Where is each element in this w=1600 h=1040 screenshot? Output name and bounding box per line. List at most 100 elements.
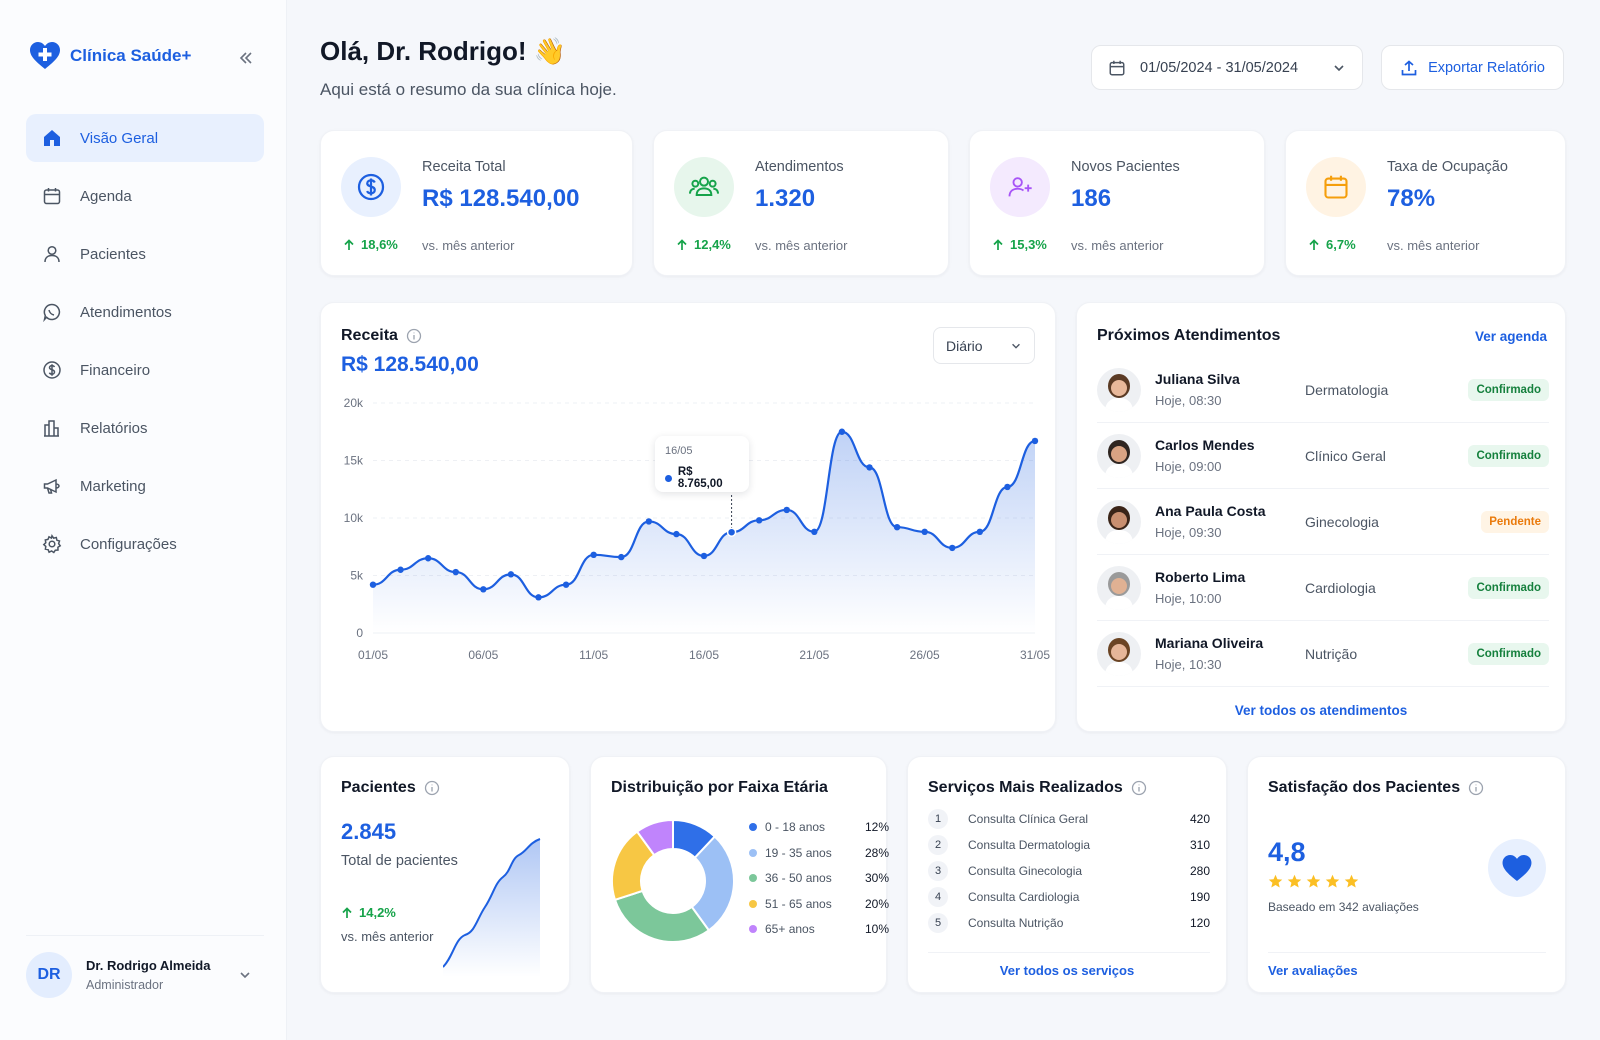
kpi-card-receita: Receita Total R$ 128.540,00 18,6% vs. mê… <box>320 130 633 276</box>
main-nav: Visão Geral Agenda Pacientes Atendimento… <box>26 114 264 578</box>
patient-name: Roberto Lima <box>1155 569 1246 585</box>
x-tick-label: 01/05 <box>358 648 388 662</box>
collapse-sidebar-icon[interactable] <box>234 46 258 70</box>
appointment-row[interactable]: Mariana Oliveira Hoje, 10:30 Nutrição Confi… <box>1097 621 1549 687</box>
kpi-card-ocupacao: Taxa de Ocupação 78% 6,7% vs. mês anteri… <box>1285 130 1566 276</box>
revenue-point <box>480 586 487 593</box>
view-all-services-link[interactable]: Ver todos os serviços <box>908 963 1226 978</box>
y-tick-label: 20k <box>344 396 364 410</box>
kpi-delta-value: 6,7% <box>1326 237 1356 252</box>
kpi-delta: 15,3% <box>992 237 1047 252</box>
heart-plus-icon <box>30 42 60 69</box>
service-count: 420 <box>1189 812 1210 826</box>
kpi-note: vs. mês anterior <box>1071 238 1164 253</box>
revenue-point <box>590 551 597 558</box>
export-report-button[interactable]: Exportar Relatório <box>1381 45 1564 90</box>
revenue-point <box>673 530 680 538</box>
service-row: 3 Consulta Ginecologia 280 <box>928 861 1210 881</box>
star-icon <box>1287 874 1302 888</box>
service-name: Consulta Nutrição <box>968 916 1064 930</box>
heart-icon <box>1502 854 1532 881</box>
divider <box>1268 952 1546 953</box>
kpi-value: 78% <box>1387 185 1436 212</box>
view-agenda-link[interactable]: Ver agenda <box>1475 329 1547 344</box>
brand-logo[interactable]: Clínica Saúde+ <box>30 42 191 70</box>
x-tick-label: 16/05 <box>689 648 719 662</box>
appointment-row[interactable]: Ana Paula Costa Hoje, 09:30 Ginecologia Pen… <box>1097 489 1549 555</box>
info-icon[interactable] <box>424 780 440 796</box>
status-badge: Confirmado <box>1468 642 1549 665</box>
legend-label: 36 - 50 anos <box>765 871 832 885</box>
status-badge: Confirmado <box>1468 378 1549 401</box>
chevron-down-icon[interactable] <box>238 968 252 982</box>
nav-item-configuracoes[interactable]: Configurações <box>26 520 264 568</box>
appointment-specialty: Clínico Geral <box>1305 447 1386 464</box>
chevron-down-icon <box>1334 64 1344 71</box>
appointment-time: Hoje, 10:00 <box>1155 591 1222 606</box>
services-card: Serviços Mais Realizados 1 Consulta Clíni… <box>907 756 1227 993</box>
revenue-point <box>397 566 404 573</box>
legend-label: 51 - 65 anos <box>765 896 832 911</box>
info-icon[interactable] <box>1131 780 1147 796</box>
info-icon[interactable] <box>1468 780 1484 796</box>
appointment-time: Hoje, 09:30 <box>1155 525 1222 540</box>
kpi-value: 1.320 <box>755 185 816 212</box>
user-profile[interactable]: DR Dr. Rodrigo Almeida Administrador <box>26 935 264 1005</box>
appointment-specialty: Nutrição <box>1305 645 1358 662</box>
date-range-picker[interactable]: 01/05/2024 - 31/05/2024 <box>1091 45 1363 90</box>
revenue-point <box>949 544 956 552</box>
info-icon[interactable] <box>406 328 422 344</box>
view-all-appointments-link[interactable]: Ver todos os atendimentos <box>1077 703 1565 718</box>
appointment-row[interactable]: Juliana Silva Hoje, 08:30 Dermatologia Conf… <box>1097 357 1549 423</box>
service-row: 5 Consulta Nutrição 120 <box>928 913 1210 933</box>
nav-item-relatorios[interactable]: Relatórios <box>26 404 264 452</box>
nav-item-visao-geral[interactable]: Visão Geral <box>26 114 264 162</box>
user-icon <box>44 245 60 263</box>
arrow-up-icon <box>1309 238 1319 250</box>
legend-item: 36 - 50 anos 30% <box>749 870 889 886</box>
x-tick-label: 11/05 <box>579 648 608 662</box>
legend-dot <box>749 823 757 831</box>
sidebar: Clínica Saúde+ Visão Geral Agenda Pacien… <box>0 0 287 1040</box>
kpi-delta-value: 15,3% <box>1010 237 1047 252</box>
patients-delta: 14,2% <box>341 905 396 920</box>
patient-avatar <box>1097 433 1141 478</box>
appointment-info: Juliana Silva Hoje, 08:30 <box>1155 371 1305 408</box>
nav-label: Configurações <box>80 535 177 553</box>
patient-name: Juliana Silva <box>1155 371 1240 387</box>
revenue-point <box>1031 437 1039 445</box>
chart-tooltip: 16/05 R$ 8.765,00 <box>655 436 749 492</box>
patient-avatar <box>1097 631 1141 676</box>
nav-item-financeiro[interactable]: Financeiro <box>26 346 264 394</box>
revenue-point <box>645 518 653 525</box>
nav-item-agenda[interactable]: Agenda <box>26 172 264 220</box>
period-select[interactable]: Diário <box>933 327 1035 364</box>
kpi-delta: 18,6% <box>343 237 398 252</box>
user-name: Dr. Rodrigo Almeida <box>86 957 211 973</box>
kpi-icon-bg <box>674 157 734 217</box>
donut-slice <box>613 889 711 943</box>
nav-item-pacientes[interactable]: Pacientes <box>26 230 264 278</box>
users-icon <box>689 176 719 196</box>
appointment-row[interactable]: Roberto Lima Hoje, 10:00 Cardiologia Confir… <box>1097 555 1549 621</box>
nav-item-marketing[interactable]: Marketing <box>26 462 264 510</box>
service-row: 1 Consulta Clínica Geral 420 <box>928 809 1210 829</box>
avatar: DR <box>26 951 72 998</box>
revenue-total: R$ 128.540,00 <box>341 353 479 376</box>
page-subtitle: Aqui está o resumo da sua clínica hoje. <box>320 80 617 99</box>
satisfaction-basis: Baseado em 342 avaliações <box>1268 900 1419 914</box>
age-donut-chart <box>611 819 735 943</box>
kpi-delta-value: 12,4% <box>694 237 731 252</box>
nav-item-atendimentos[interactable]: Atendimentos <box>26 288 264 336</box>
kpi-label: Taxa de Ocupação <box>1387 159 1508 175</box>
brand-name: Clínica Saúde+ <box>70 46 192 65</box>
view-reviews-link[interactable]: Ver avaliações <box>1268 963 1358 978</box>
legend-pct: 20% <box>864 896 889 911</box>
satisfaction-card: Satisfação dos Pacientes 4,8 Baseado em … <box>1247 756 1566 993</box>
date-range-value: 01/05/2024 - 31/05/2024 <box>1140 59 1299 76</box>
calendar-icon <box>1324 175 1348 199</box>
period-value: Diário <box>946 337 983 354</box>
kpi-value: 186 <box>1071 185 1112 212</box>
legend-dot <box>749 899 757 908</box>
appointment-row[interactable]: Carlos Mendes Hoje, 09:00 Clínico Geral Con… <box>1097 423 1549 489</box>
